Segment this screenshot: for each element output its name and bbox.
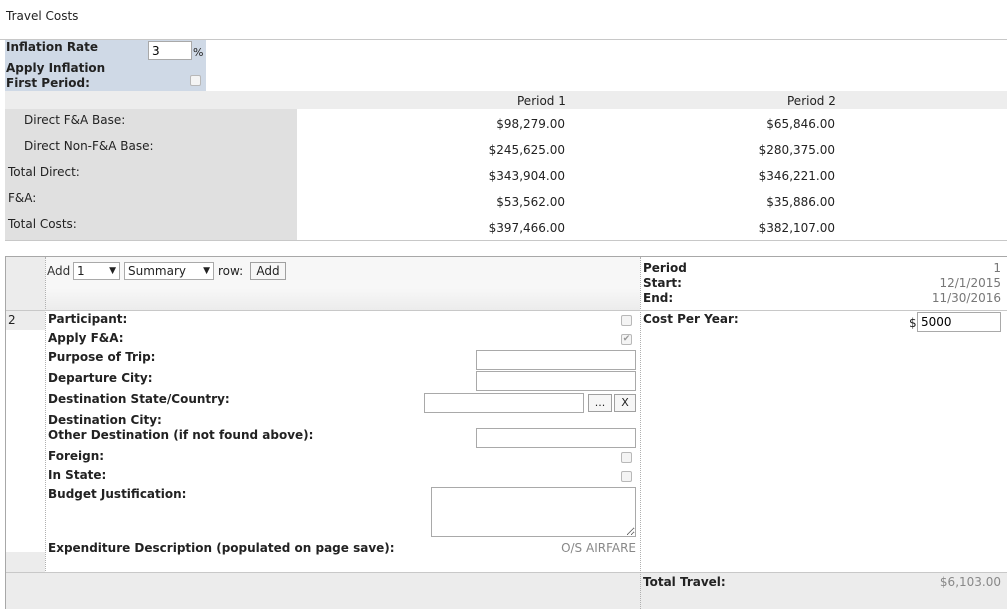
end-value: 11/30/2016 xyxy=(931,291,1001,305)
start-value: 12/1/2015 xyxy=(939,276,1001,290)
dest-city-label: Destination City: xyxy=(48,413,162,427)
period2-header: Period 2 xyxy=(787,94,836,108)
expenditure-label: Expenditure Description (populated on pa… xyxy=(48,541,395,555)
inflation-rate-label: Inflation Rate xyxy=(6,40,99,54)
add-button[interactable]: Add xyxy=(250,262,286,280)
apply-inflation-label-line2: First Period: xyxy=(6,76,90,90)
cost-currency: $ xyxy=(909,316,917,330)
summary-cell: $245,625.00 xyxy=(488,143,565,157)
summary-header-bar xyxy=(5,91,1007,109)
add-count-select[interactable]: 1 ▼ xyxy=(73,262,120,280)
cost-input[interactable] xyxy=(917,312,1001,332)
summary-row-label: Direct F&A Base: xyxy=(24,113,126,127)
in-state-label: In State: xyxy=(48,468,107,482)
justification-label: Budget Justification: xyxy=(48,487,187,501)
percent-sign: % xyxy=(193,46,204,59)
period-value: 1 xyxy=(993,261,1001,275)
departure-label: Departure City: xyxy=(48,371,153,385)
inflation-rate-input[interactable] xyxy=(148,41,192,60)
summary-row-label: Total Costs: xyxy=(8,217,77,231)
footer-divider xyxy=(640,572,641,609)
other-dest-label: Other Destination (if not found above): xyxy=(48,428,314,442)
summary-cell: $98,279.00 xyxy=(496,117,565,131)
browse-button[interactable]: ... xyxy=(588,394,612,412)
summary-row-label: F&A: xyxy=(8,191,37,205)
page-title: Travel Costs xyxy=(6,9,79,23)
summary-cell: $346,221.00 xyxy=(758,169,835,183)
footer-top-border xyxy=(6,572,1007,573)
summary-row-label: Total Direct: xyxy=(8,165,80,179)
footer-bar xyxy=(45,572,1007,609)
add-row-bottom-border xyxy=(6,310,1007,311)
justification-textarea[interactable] xyxy=(431,487,636,537)
end-label: End: xyxy=(643,291,674,305)
purpose-input[interactable] xyxy=(476,350,636,370)
purpose-label: Purpose of Trip: xyxy=(48,350,156,364)
gutter-white xyxy=(6,330,45,552)
other-dest-input[interactable] xyxy=(476,428,636,448)
clear-button[interactable]: X xyxy=(614,394,636,412)
expenditure-value: O/S AIRFARE xyxy=(561,541,636,555)
summary-cell: $397,466.00 xyxy=(488,221,565,235)
in-state-checkbox[interactable] xyxy=(621,471,632,482)
dest-state-label: Destination State/Country: xyxy=(48,392,230,406)
row-type-value: Summary xyxy=(128,264,186,278)
chevron-down-icon: ▼ xyxy=(109,266,116,276)
apply-fa-label: Apply F&A: xyxy=(48,331,124,345)
total-travel-value: $6,103.00 xyxy=(939,575,1001,589)
apply-inflation-label-line1: Apply Inflation xyxy=(6,61,106,75)
cost-label: Cost Per Year: xyxy=(643,312,739,326)
summary-bottom-border xyxy=(5,240,1007,241)
dest-state-input[interactable] xyxy=(424,393,584,413)
chevron-down-icon: ▼ xyxy=(203,266,210,276)
summary-row-label: Direct Non-F&A Base: xyxy=(24,139,154,153)
summary-cell: $53,562.00 xyxy=(496,195,565,209)
foreign-checkbox[interactable] xyxy=(621,452,632,463)
foreign-label: Foreign: xyxy=(48,449,105,463)
start-label: Start: xyxy=(643,276,682,290)
participant-checkbox[interactable] xyxy=(621,315,632,326)
summary-cell: $280,375.00 xyxy=(758,143,835,157)
summary-cell: $343,904.00 xyxy=(488,169,565,183)
summary-cell: $65,846.00 xyxy=(766,117,835,131)
row-label: row: xyxy=(218,264,244,278)
participant-label: Participant: xyxy=(48,312,128,326)
departure-input[interactable] xyxy=(476,371,636,391)
total-travel-label: Total Travel: xyxy=(643,575,726,589)
period1-header: Period 1 xyxy=(517,94,566,108)
summary-cell: $382,107.00 xyxy=(758,221,835,235)
row-type-select[interactable]: Summary ▼ xyxy=(124,262,214,280)
add-label: Add xyxy=(47,264,71,278)
add-count-value: 1 xyxy=(77,264,85,278)
row-number: 2 xyxy=(8,313,16,327)
apply-inflation-checkbox[interactable] xyxy=(190,75,201,86)
period-label: Period xyxy=(643,261,687,275)
apply-fa-checkbox[interactable]: ✔ xyxy=(621,334,632,345)
summary-cell: $35,886.00 xyxy=(766,195,835,209)
